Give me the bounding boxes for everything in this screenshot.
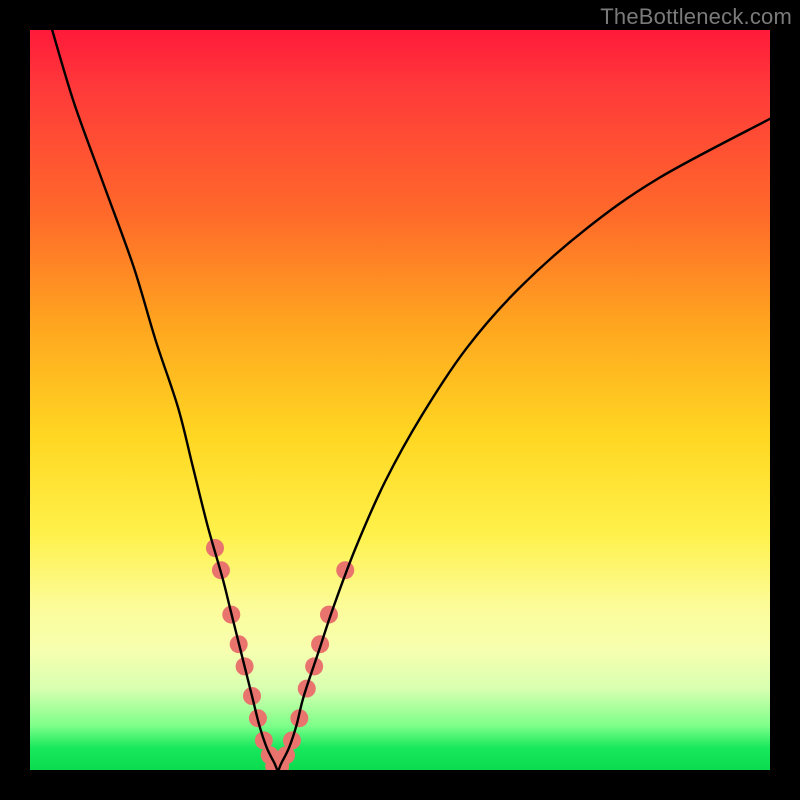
bottleneck-curve-path [52,30,770,770]
marker-group [206,539,354,770]
watermark-text: TheBottleneck.com [600,4,792,30]
chart-stage: TheBottleneck.com [0,0,800,800]
chart-overlay [30,30,770,770]
